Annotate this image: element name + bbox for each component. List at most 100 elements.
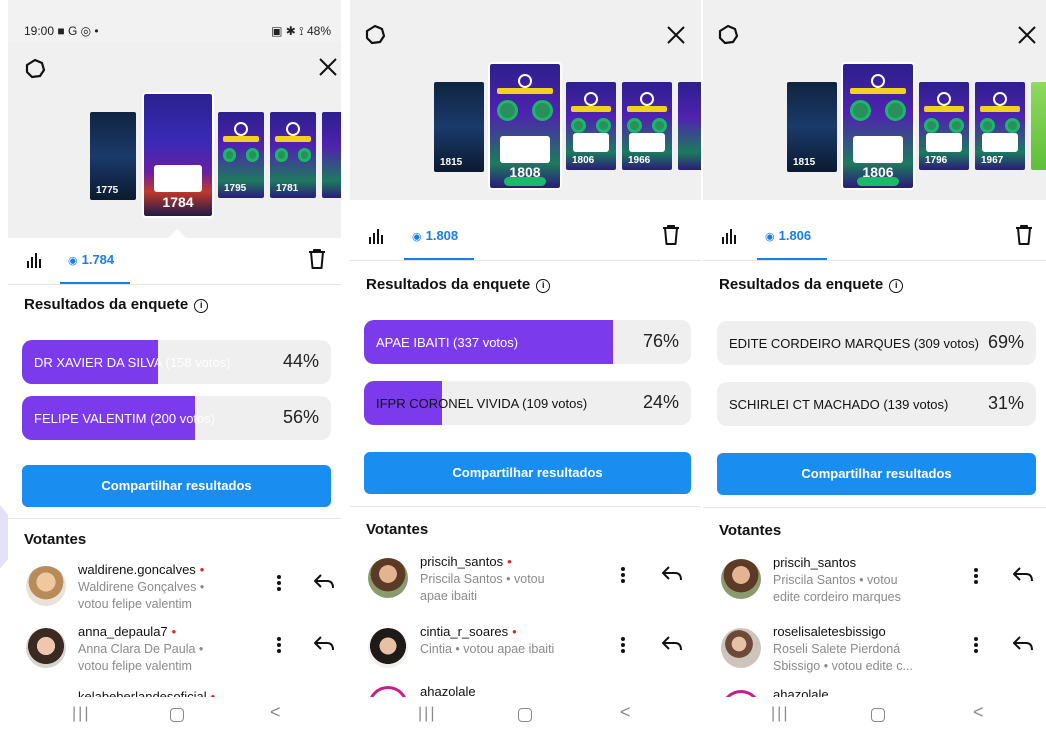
story-thumbnail[interactable] xyxy=(1031,82,1046,170)
voter-row[interactable]: waldirene.goncalves • Waldirene Gonçalves… xyxy=(22,562,341,624)
close-icon[interactable] xyxy=(317,56,339,78)
poll-option-percent: 31% xyxy=(987,393,1024,413)
insights-tabs: ◉ 1.808 xyxy=(350,214,701,260)
poll-results-screen-1: 19:00 ■ G ◎ • ▣ ✱ ⟟ 48% 1775 1784 1795 1… xyxy=(8,0,341,731)
story-thumbnail[interactable]: 1815 xyxy=(787,82,837,172)
poll-option: EDITE CORDEIRO MARQUES (309 votos) 69% xyxy=(717,321,1036,365)
thumb-banner xyxy=(980,106,1020,112)
results-heading: Resultados da enquete i xyxy=(24,296,209,313)
story-thumbnail[interactable]: 1967 xyxy=(975,82,1025,170)
thumb-vote-banner xyxy=(504,177,546,186)
avatar xyxy=(26,566,66,606)
more-vertical-icon[interactable] xyxy=(276,574,282,592)
poll-option-label: IFPR CORONEL VIVIDA (109 votos) xyxy=(376,396,588,411)
trash-icon[interactable] xyxy=(1014,224,1034,246)
share-results-button[interactable]: Compartilhar resultados xyxy=(22,465,331,507)
thumb-badge xyxy=(518,74,532,88)
trash-icon[interactable] xyxy=(307,248,327,270)
thumb-badge xyxy=(584,92,598,106)
thumb-circle xyxy=(885,100,906,121)
results-title: Resultados da enquete xyxy=(719,276,884,293)
bar-chart-icon[interactable] xyxy=(368,228,386,244)
story-thumbnail-current[interactable]: 1806 xyxy=(841,62,915,190)
share-results-button[interactable]: Compartilhar resultados xyxy=(364,452,691,494)
voter-row[interactable]: cintia_r_soares • Cintia • votou apae iba… xyxy=(364,624,701,686)
poll-option: SCHIRLEI CT MACHADO (139 votos) 31% xyxy=(717,382,1036,426)
close-icon[interactable] xyxy=(1016,24,1038,46)
voter-row[interactable]: ahazolale xyxy=(364,682,701,698)
more-vertical-icon[interactable] xyxy=(973,636,979,654)
thumb-circle xyxy=(245,148,260,162)
more-vertical-icon[interactable] xyxy=(973,567,979,585)
reply-icon[interactable] xyxy=(660,564,684,584)
story-viewer: 1815 1806 1796 1967 xyxy=(703,0,1046,200)
tab-views[interactable]: ◉ 1.808 xyxy=(412,228,458,243)
thumb-poll-card xyxy=(982,133,1018,153)
gear-icon[interactable] xyxy=(717,24,739,46)
tab-views[interactable]: ◉ 1.806 xyxy=(765,228,811,243)
story-thumbnail[interactable]: 1796 xyxy=(919,82,969,170)
story-thumbnail[interactable]: 1815 xyxy=(434,82,484,172)
home-button[interactable] xyxy=(871,708,885,722)
story-thumbnail-current[interactable]: 1808 xyxy=(488,62,562,190)
trash-icon[interactable] xyxy=(661,224,681,246)
home-button[interactable] xyxy=(518,708,532,722)
voter-row[interactable]: anna_depaula7 • Anna Clara De Paula • vot… xyxy=(22,624,341,686)
poll-option-label: SCHIRLEI CT MACHADO (139 votos) xyxy=(729,397,949,412)
voter-row[interactable]: priscih_santos Priscila Santos • votou e… xyxy=(717,555,1046,617)
more-vertical-icon[interactable] xyxy=(620,566,626,584)
story-thumbnail[interactable]: 1781 xyxy=(270,112,316,198)
poll-option-label: FELIPE VALENTIM (200 votos) xyxy=(34,411,216,426)
info-icon[interactable]: i xyxy=(194,299,209,313)
voter-row[interactable]: priscih_santos • Priscila Santos • votou … xyxy=(364,554,701,616)
eye-icon: ◉ xyxy=(412,231,422,243)
reply-icon[interactable] xyxy=(312,572,336,592)
thumb-view-count: 1795 xyxy=(224,183,247,194)
recent-apps-button[interactable]: ||| xyxy=(418,705,436,723)
voter-username: cintia_r_soares • xyxy=(420,624,517,639)
gear-icon[interactable] xyxy=(364,24,386,46)
voters-heading: Votantes xyxy=(24,531,87,548)
back-button[interactable]: < xyxy=(620,702,631,723)
status-bar: 19:00 ■ G ◎ • ▣ ✱ ⟟ 48% xyxy=(8,0,341,42)
story-thumbnail[interactable]: 1795 xyxy=(218,112,264,198)
voter-username: ahazolale xyxy=(420,684,476,698)
back-button[interactable]: < xyxy=(270,702,281,723)
new-indicator: • xyxy=(512,624,517,639)
info-icon[interactable]: i xyxy=(536,279,551,293)
close-icon[interactable] xyxy=(665,24,687,46)
selected-story-caret xyxy=(168,229,186,238)
gear-icon[interactable] xyxy=(24,58,46,80)
back-button[interactable]: < xyxy=(973,702,984,723)
story-thumbnail[interactable] xyxy=(322,112,341,198)
poll-option-percent: 24% xyxy=(642,392,679,412)
share-results-button[interactable]: Compartilhar resultados xyxy=(717,453,1036,495)
story-thumbnail-current[interactable]: 1784 xyxy=(142,92,214,218)
more-vertical-icon[interactable] xyxy=(620,636,626,654)
thumb-view-count: 1775 xyxy=(96,185,119,196)
reply-icon[interactable] xyxy=(1011,565,1035,585)
thumb-banner xyxy=(924,106,964,112)
story-thumbnail[interactable]: 1775 xyxy=(90,112,136,200)
reply-icon[interactable] xyxy=(312,634,336,654)
voter-detail: Anna Clara De Paula • votou felipe valen… xyxy=(78,642,204,673)
reply-icon[interactable] xyxy=(1011,634,1035,654)
bar-chart-icon[interactable] xyxy=(721,228,739,244)
bar-chart-icon[interactable] xyxy=(26,252,44,268)
reply-icon[interactable] xyxy=(660,634,684,654)
info-icon[interactable]: i xyxy=(889,279,904,293)
home-button[interactable] xyxy=(170,708,184,722)
story-thumbnail[interactable]: 1806 xyxy=(566,82,616,170)
voter-row[interactable]: roselisaletesbissigo Roseli Salete Pierd… xyxy=(717,624,1046,686)
thumb-view-count: 1784 xyxy=(162,194,194,210)
story-thumbnail[interactable]: 1966 xyxy=(622,82,672,170)
thumb-circle xyxy=(222,148,237,162)
tab-views[interactable]: ◉ 1.784 xyxy=(68,252,114,267)
recent-apps-button[interactable]: ||| xyxy=(72,705,90,723)
voter-detail: Roseli Salete Pierdoná Sbissigo • votou … xyxy=(773,642,913,673)
more-vertical-icon[interactable] xyxy=(276,636,282,654)
divider xyxy=(350,260,701,261)
story-thumbnail[interactable] xyxy=(678,82,701,170)
thumb-banner xyxy=(571,106,611,112)
recent-apps-button[interactable]: ||| xyxy=(771,705,789,723)
